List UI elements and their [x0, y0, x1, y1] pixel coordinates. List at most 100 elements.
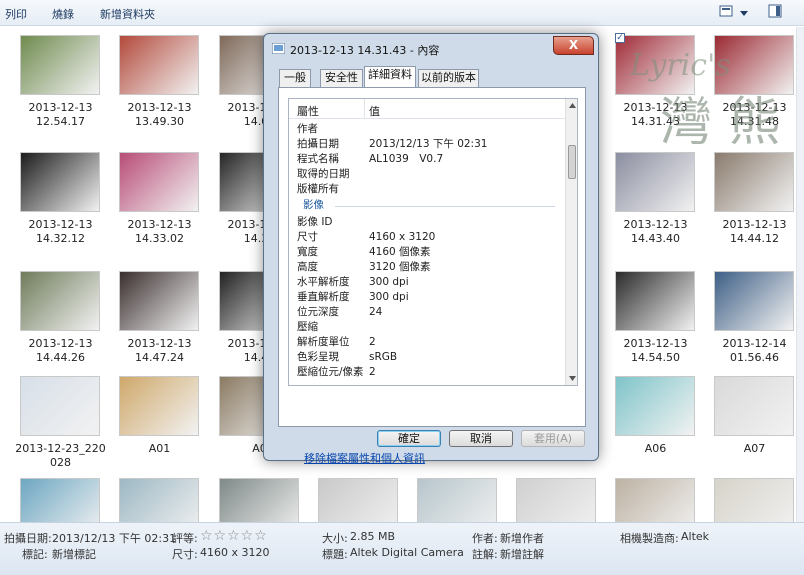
thumbnail-caption: 2013-12-13 14.47.24	[110, 337, 209, 365]
thumbnail-image[interactable]	[615, 478, 695, 522]
column-header-property[interactable]: 屬性	[297, 103, 319, 119]
selection-checkbox[interactable]: ✓	[615, 33, 625, 43]
property-value: 300 dpi	[369, 276, 409, 288]
property-name: 寬度	[297, 246, 318, 258]
tags-value[interactable]: 新增標記	[52, 546, 96, 562]
thumbnail-image[interactable]	[615, 35, 695, 95]
vertical-scrollbar[interactable]	[796, 27, 804, 522]
property-row[interactable]: 垂直解析度 300 dpi	[297, 290, 409, 305]
thumbnail-image[interactable]	[119, 271, 199, 331]
thumbnail-image[interactable]	[714, 271, 794, 331]
property-name: 壓縮位元/像素	[297, 366, 364, 378]
property-row[interactable]: 版權所有	[297, 182, 339, 197]
section-divider	[335, 206, 555, 207]
tab-previous-versions[interactable]: 以前的版本	[418, 69, 479, 87]
apply-button[interactable]: 套用(A)	[521, 430, 585, 447]
remove-properties-link[interactable]: 移除檔案屬性和個人資訊	[304, 450, 425, 466]
preview-pane-icon[interactable]	[768, 4, 782, 21]
property-value: 2013/12/13 下午 02:31	[369, 138, 488, 150]
thumbnail-image[interactable]	[516, 478, 596, 522]
thumbnail-caption-line1: A06	[644, 442, 667, 455]
thumbnail-image[interactable]	[119, 376, 199, 436]
thumbnail-image[interactable]	[20, 35, 100, 95]
thumbnail-image[interactable]	[20, 152, 100, 212]
property-row[interactable]: 位元深度 24	[297, 305, 382, 320]
property-row[interactable]: 壓縮	[297, 320, 318, 335]
property-value: 2	[369, 366, 376, 378]
property-row[interactable]: 尺寸 4160 x 3120	[297, 230, 435, 245]
property-row[interactable]: 壓縮位元/像素 2	[297, 365, 376, 380]
image-file-icon	[271, 42, 286, 57]
thumbnail-caption-line1: 2013-12-13	[28, 337, 93, 350]
tab-details[interactable]: 詳細資料	[364, 66, 416, 88]
cancel-button[interactable]: 取消	[449, 430, 513, 447]
tab-security[interactable]: 安全性	[320, 69, 363, 87]
thumbnail-image[interactable]	[119, 35, 199, 95]
property-list[interactable]: 屬性 值 作者 拍攝日期 2013/12/13 下午 02:31 程式名稱 AL1039…	[288, 98, 578, 386]
property-name: 程式名稱	[297, 153, 339, 165]
new-folder-button[interactable]: 新增資料夾	[100, 6, 155, 22]
thumbnail-caption-line2: 01.56.46	[730, 351, 779, 364]
property-row[interactable]: 水平解析度 300 dpi	[297, 275, 409, 290]
title-label: 標題:	[322, 548, 348, 561]
thumbnail-image[interactable]	[119, 478, 199, 522]
property-row[interactable]: 寬度 4160 個像素	[297, 245, 431, 260]
dialog-title: 2013-12-13 14.31.43 - 內容	[290, 44, 440, 57]
comment-value[interactable]: 新增註解	[500, 546, 544, 562]
scroll-up-icon[interactable]	[569, 103, 576, 108]
ok-button[interactable]: 確定	[377, 430, 441, 447]
close-button[interactable]: X	[553, 36, 594, 55]
property-row[interactable]: 解析度單位 2	[297, 335, 376, 350]
thumbnail-image[interactable]	[219, 478, 299, 522]
thumbnail-caption: A06	[606, 442, 705, 456]
thumbnail-image[interactable]	[20, 376, 100, 436]
thumbnail-caption-line1: A01	[148, 442, 171, 455]
property-row[interactable]: 程式名稱 AL1039 V0.7	[297, 152, 443, 167]
property-row[interactable]: 拍攝日期 2013/12/13 下午 02:31	[297, 137, 487, 152]
thumbnail-image[interactable]	[417, 478, 497, 522]
thumbnail-image[interactable]	[615, 152, 695, 212]
rating-label: 評等:	[172, 532, 198, 545]
thumbnail-image[interactable]	[20, 478, 100, 522]
property-row[interactable]: 作者	[297, 122, 318, 137]
thumbnail-image[interactable]	[20, 271, 100, 331]
thumbnail-caption-line2: 14.33.02	[135, 232, 184, 245]
thumbnail-image[interactable]	[714, 35, 794, 95]
thumbnail-caption: A01	[110, 442, 209, 456]
property-name: 取得的日期	[297, 168, 350, 180]
author-value[interactable]: 新增作者	[500, 530, 544, 546]
property-list-scrollbar[interactable]	[565, 99, 577, 385]
chevron-down-icon[interactable]	[740, 7, 748, 20]
print-button[interactable]: 列印	[5, 6, 27, 22]
title-value[interactable]: Altek Digital Camera	[350, 546, 464, 559]
thumbnail-image[interactable]	[714, 478, 794, 522]
burn-button[interactable]: 燒錄	[52, 6, 74, 22]
property-value: 24	[369, 306, 383, 318]
thumbnail-caption-line1: 2013-12-13	[623, 337, 688, 350]
thumbnail-image[interactable]	[318, 478, 398, 522]
property-value: 2	[369, 336, 376, 348]
scroll-thumb[interactable]	[568, 145, 576, 179]
property-name: 高度	[297, 261, 318, 273]
view-options-icon[interactable]	[719, 4, 733, 21]
thumbnail-caption-line1: 2013-12-14	[722, 337, 787, 350]
thumbnail-image[interactable]	[714, 152, 794, 212]
column-header-value[interactable]: 值	[369, 103, 380, 119]
thumbnail-image[interactable]	[615, 271, 695, 331]
rating-stars[interactable]: ☆☆☆☆☆	[200, 528, 268, 544]
property-row[interactable]: 高度 3120 個像素	[297, 260, 431, 275]
property-name: 版權所有	[297, 183, 339, 195]
thumbnail-image[interactable]	[615, 376, 695, 436]
thumbnail-caption-line2: 028	[50, 456, 71, 469]
property-row[interactable]: 色彩呈現 sRGB	[297, 350, 397, 365]
thumbnail-image[interactable]	[119, 152, 199, 212]
tab-general[interactable]: 一般	[279, 69, 311, 87]
camera-maker-value[interactable]: Altek	[681, 530, 709, 543]
details-pane: 拍攝日期: 2013/12/13 下午 02:31 評等: ☆☆☆☆☆ 大小: …	[0, 522, 804, 575]
property-name: 垂直解析度	[297, 291, 350, 303]
thumbnail-image[interactable]	[714, 376, 794, 436]
property-row[interactable]: 取得的日期	[297, 167, 350, 182]
date-taken-value[interactable]: 2013/12/13 下午 02:31	[52, 530, 176, 546]
property-row[interactable]: 影像 ID	[297, 215, 333, 230]
scroll-down-icon[interactable]	[569, 376, 576, 381]
